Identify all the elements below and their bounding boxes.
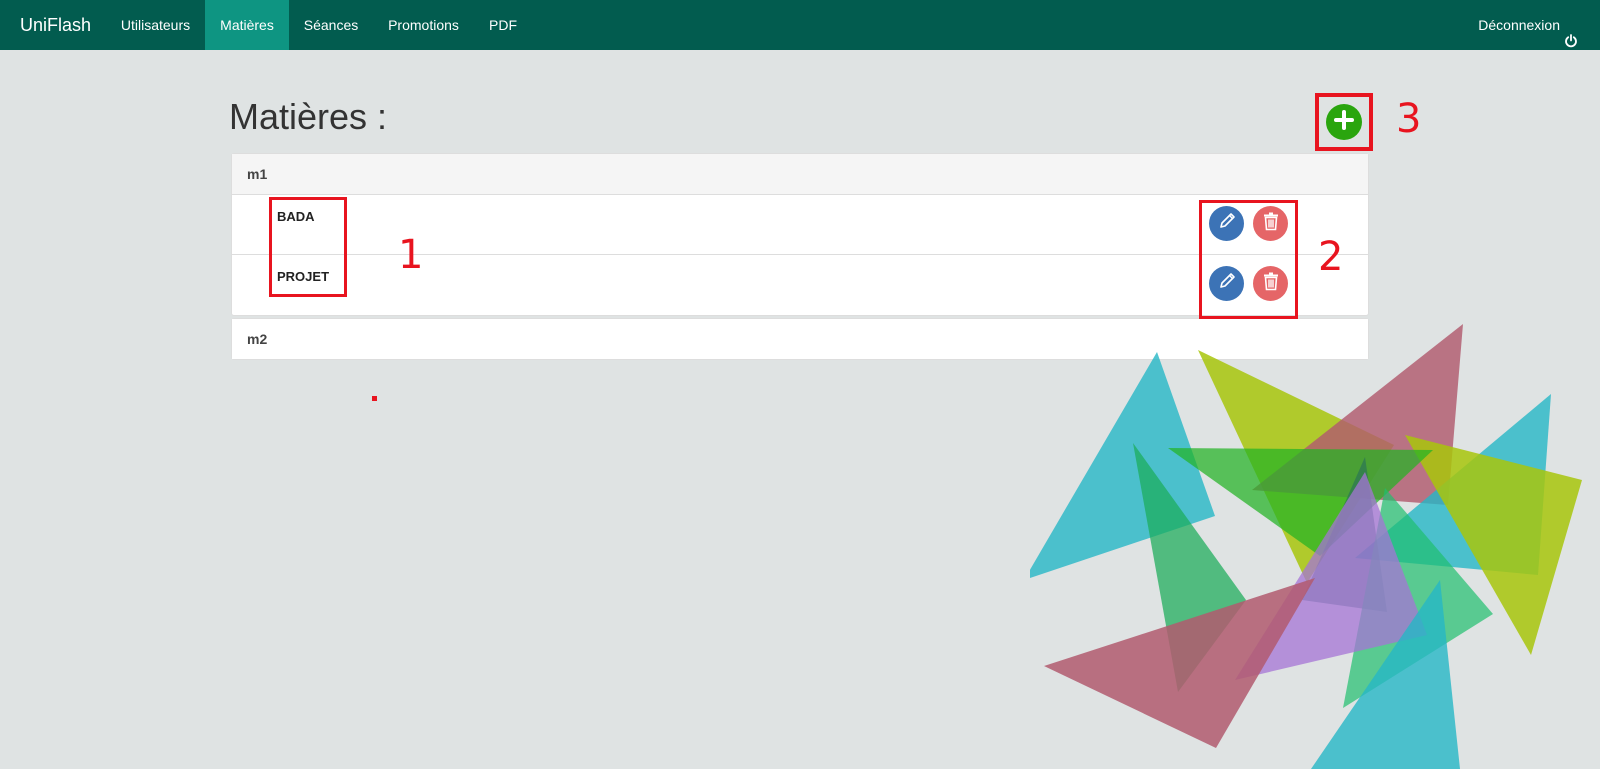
delete-button[interactable] [1253, 266, 1288, 301]
group-heading[interactable]: m1 [232, 154, 1368, 195]
annotation-2: 2 [1318, 234, 1344, 280]
power-icon [1564, 18, 1578, 48]
logout-label: Déconnexion [1478, 17, 1560, 33]
plus-circle-icon [1333, 109, 1355, 136]
subject-label: PROJET [277, 269, 330, 284]
nav-item-utilisateurs[interactable]: Utilisateurs [106, 0, 205, 50]
trash-icon [1260, 270, 1282, 297]
subject-label: BADA [277, 209, 315, 224]
add-button-highlight [1315, 93, 1373, 151]
pencil-icon [1216, 270, 1238, 297]
nav-item-pdf[interactable]: PDF [474, 0, 532, 50]
nav-item-promotions[interactable]: Promotions [373, 0, 474, 50]
add-subject-button[interactable] [1326, 104, 1362, 140]
nav-item-matieres[interactable]: Matières [205, 0, 289, 50]
nav-item-seances[interactable]: Séances [289, 0, 373, 50]
annotation-3: 3 [1396, 96, 1422, 142]
pencil-icon [1216, 210, 1238, 237]
top-navbar: UniFlash Utilisateurs Matières Séances P… [0, 0, 1600, 50]
edit-button[interactable] [1209, 206, 1244, 241]
decorative-triangles [1030, 324, 1582, 769]
annotation-1: 1 [398, 232, 424, 278]
delete-button[interactable] [1253, 206, 1288, 241]
annotation-dot [372, 396, 377, 401]
logout-button[interactable]: Déconnexion [1478, 0, 1578, 50]
brand-logo[interactable]: UniFlash [20, 0, 91, 50]
page-title: Matières : [229, 96, 388, 137]
edit-button[interactable] [1209, 266, 1244, 301]
trash-icon [1260, 210, 1282, 237]
